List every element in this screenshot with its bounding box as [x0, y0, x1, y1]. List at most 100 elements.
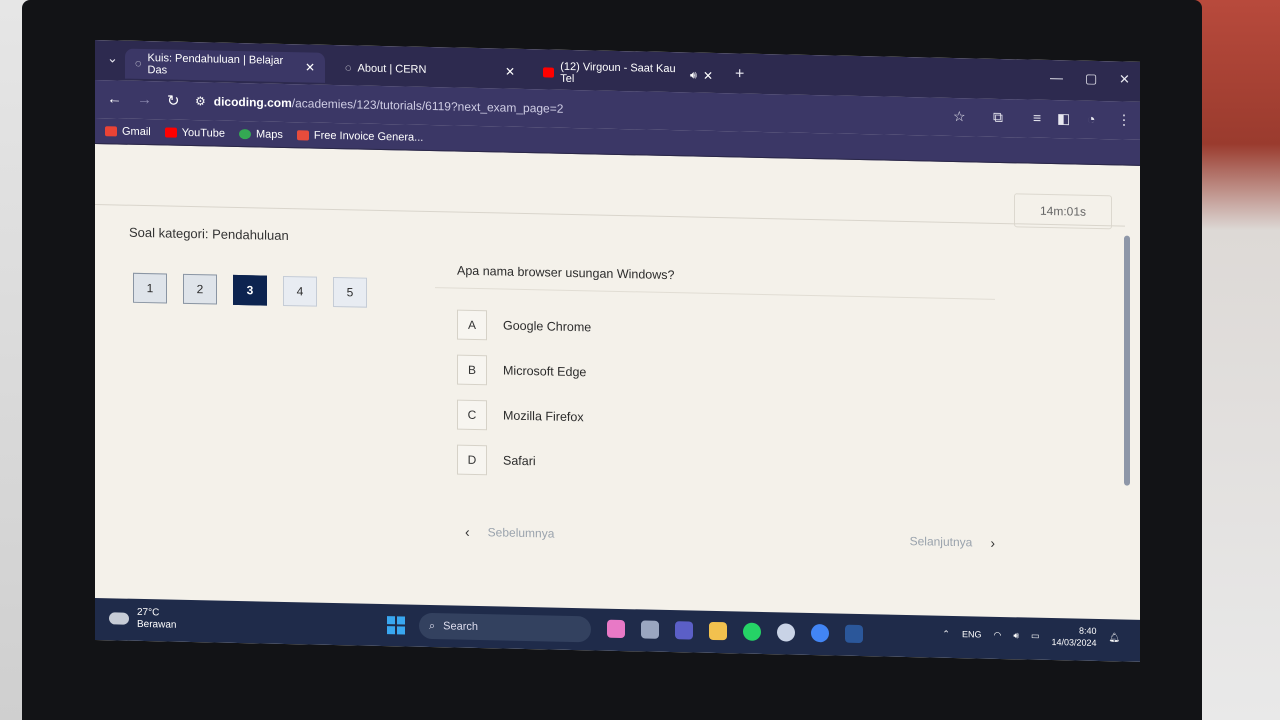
clock[interactable]: 8:40 14/03/2024	[1052, 624, 1097, 649]
question-number-1[interactable]: 1	[133, 272, 167, 304]
word-icon[interactable]	[845, 624, 863, 644]
question-number-list: 1 2 3 4 5	[133, 272, 367, 308]
bookmark-star-icon[interactable]: ☆	[953, 108, 966, 125]
weather-widget[interactable]: 27°C Berawan	[109, 606, 176, 631]
option-text: Mozilla Firefox	[503, 408, 584, 424]
bookmark-youtube[interactable]: YouTube	[164, 126, 225, 140]
question-number-4[interactable]: 4	[283, 275, 317, 307]
new-tab-button[interactable]: +	[735, 65, 744, 83]
copilot-icon[interactable]	[607, 619, 625, 639]
wifi-icon[interactable]: ◠	[993, 629, 1001, 640]
option-text: Microsoft Edge	[503, 363, 587, 379]
bookmark-gmail[interactable]: Gmail	[105, 125, 151, 138]
tab-search-icon[interactable]: ⌄	[107, 50, 118, 66]
option-letter: D	[457, 444, 487, 475]
language-indicator[interactable]: ENG	[962, 629, 982, 639]
question-text: Apa nama browser usungan Windows?	[457, 263, 675, 283]
option-c[interactable]: C Mozilla Firefox	[457, 392, 591, 440]
question-number-3[interactable]: 3	[233, 274, 267, 306]
youtube-icon	[164, 126, 177, 138]
category-title: Soal kategori: Pendahuluan	[129, 224, 289, 244]
cloud-icon	[109, 612, 129, 625]
tab-youtube[interactable]: (12) Virgoun - Saat Kau Tel 🔊︎ ✕	[533, 57, 723, 91]
invoice-icon	[296, 129, 309, 140]
option-d[interactable]: D Safari	[457, 437, 591, 485]
tab-close-icon[interactable]: ✕	[505, 65, 515, 79]
option-letter: A	[457, 309, 487, 340]
option-letter: C	[457, 399, 487, 430]
weather-condition: Berawan	[137, 618, 177, 631]
search-icon: ⌕	[429, 619, 436, 632]
option-text: Google Chrome	[503, 318, 592, 334]
whatsapp-icon[interactable]	[743, 622, 761, 641]
dicoding-icon: ◌	[135, 57, 142, 70]
date: 14/03/2024	[1051, 637, 1097, 648]
url-path: /academies/123/tutorials/6119?next_exam_…	[291, 96, 564, 116]
restore-icon[interactable]: ▢	[1085, 71, 1097, 87]
profile-icon[interactable]: ◔	[1087, 111, 1095, 127]
time: 8:40	[1079, 625, 1097, 636]
next-button[interactable]: Selanjutnya ›	[910, 533, 995, 551]
taskbar-search[interactable]: ⌕ Search	[419, 612, 591, 643]
previous-label: Sebelumnya	[487, 525, 555, 541]
answer-options: A Google Chrome B Microsoft Edge C Mozil…	[457, 302, 591, 485]
media-icon[interactable]: ≡	[1033, 110, 1041, 126]
file-explorer-icon[interactable]	[709, 621, 727, 641]
laptop-screen: ⌄ ◌ Kuis: Pendahuluan | Belajar Das ✕ ◌ …	[95, 40, 1140, 662]
option-b[interactable]: B Microsoft Edge	[457, 347, 591, 395]
tab-close-icon[interactable]: ✕	[703, 69, 713, 83]
tab-title: About | CERN	[357, 62, 427, 76]
youtube-icon	[543, 67, 555, 78]
speaker-icon[interactable]: 🔊︎	[690, 69, 697, 82]
tab-cern[interactable]: ◌ About | CERN ✕	[335, 53, 525, 87]
maps-icon	[238, 128, 251, 139]
divider	[95, 204, 1125, 227]
temperature: 27°C	[137, 606, 160, 619]
globe-icon: ◌	[345, 62, 352, 75]
question-divider	[435, 287, 995, 300]
bookmark-label: Gmail	[122, 125, 151, 138]
chevron-right-icon: ›	[990, 534, 995, 551]
question-navigation: ‹ Sebelumnya Selanjutnya ›	[465, 524, 995, 559]
chevron-up-icon[interactable]: ⌃	[942, 628, 950, 639]
option-letter: B	[457, 354, 487, 385]
extensions-icon[interactable]: ⧉	[993, 109, 1003, 126]
next-label: Selanjutnya	[909, 534, 973, 550]
bookmark-label: Maps	[255, 127, 283, 141]
tab-close-icon[interactable]: ✕	[305, 60, 315, 74]
close-window-icon[interactable]: ✕	[1119, 71, 1130, 87]
chevron-left-icon: ‹	[465, 523, 470, 540]
notification-bell-icon[interactable]: 🔔︎	[1109, 632, 1120, 643]
gmail-icon	[105, 125, 117, 136]
page-scrollbar[interactable]	[1124, 235, 1130, 486]
system-tray: ⌃ ENG ◠ 🔊︎ ▭ 8:40 14/03/2024 🔔︎	[942, 622, 1120, 650]
chrome-icon[interactable]	[811, 623, 829, 643]
tab-kuis[interactable]: ◌ Kuis: Pendahuluan | Belajar Das ✕	[125, 48, 325, 83]
teams-icon[interactable]	[675, 621, 693, 640]
tab-title: Kuis: Pendahuluan | Belajar Das	[147, 52, 284, 77]
tab-title: (12) Virgoun - Saat Kau Tel	[560, 60, 676, 86]
menu-icon[interactable]: ⋮	[1117, 111, 1131, 128]
search-label: Search	[443, 620, 479, 634]
url-domain: dicoding.com	[213, 94, 292, 111]
site-info-icon[interactable]: ⚙	[195, 94, 206, 108]
option-a[interactable]: A Google Chrome	[457, 302, 591, 350]
start-button[interactable]	[387, 616, 405, 635]
bookmark-label: YouTube	[181, 126, 225, 140]
option-text: Safari	[503, 453, 536, 468]
question-number-5[interactable]: 5	[333, 276, 367, 308]
side-panel-icon[interactable]: ◧	[1057, 110, 1070, 127]
minimize-icon[interactable]: —	[1050, 70, 1063, 85]
battery-icon[interactable]: ▭	[1031, 630, 1040, 641]
question-number-2[interactable]: 2	[183, 273, 217, 305]
reload-icon[interactable]: ↻	[167, 92, 180, 110]
previous-button[interactable]: ‹ Sebelumnya	[465, 524, 554, 542]
forward-icon[interactable]: →	[137, 91, 152, 108]
volume-icon[interactable]: 🔊︎	[1013, 630, 1019, 641]
bookmark-invoice[interactable]: Free Invoice Genera...	[296, 129, 424, 144]
app-icon[interactable]	[777, 623, 795, 642]
back-icon[interactable]: ←	[107, 90, 122, 107]
task-view-icon[interactable]	[641, 620, 659, 639]
bookmark-label: Free Invoice Genera...	[313, 129, 424, 144]
bookmark-maps[interactable]: Maps	[238, 127, 283, 141]
